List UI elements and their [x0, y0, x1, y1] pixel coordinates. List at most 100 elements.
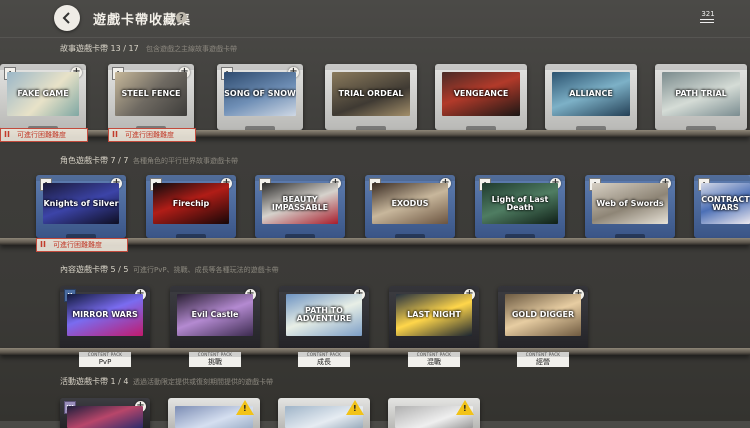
story-cartridge-locked[interactable]: PATH TRIAL — [655, 64, 747, 130]
difficulty-label: 可進行困難難度 — [17, 131, 66, 139]
story-section-subtitle: 包含遊戲之主線故事遊戲卡帶 — [146, 45, 237, 53]
cartridge-title: Evil Castle — [191, 310, 239, 319]
roman-numeral-II: II — [112, 130, 118, 139]
story-cartridge-locked[interactable]: ALLIANCE — [545, 64, 637, 130]
cartridge-title: ALLIANCE — [569, 89, 613, 98]
menu-icon[interactable] — [700, 19, 714, 20]
cartridge-art: PATH TO ADVENTURE — [286, 294, 362, 336]
chevron-left-icon — [62, 12, 70, 24]
warning-icon: ! — [456, 400, 474, 415]
story-cartridge-locked[interactable]: TRIAL ORDEAL — [325, 64, 417, 130]
cartridge-art: CONTRACT WARS — [701, 183, 750, 224]
character-cartridge[interactable]: I CONTRACT WARS — [694, 175, 750, 238]
story-cartridge[interactable]: I + SONG OF SNOW — [217, 64, 303, 130]
cartridge-title: GOLD DIGGER — [511, 310, 575, 319]
character-cartridge[interactable]: I + Knights of Silver — [36, 175, 126, 238]
content-pack-tag-growth[interactable]: CONTENT PACK 成長 — [298, 352, 350, 367]
divider — [0, 37, 750, 38]
cartridge-top — [545, 64, 637, 70]
hard-difficulty-badge[interactable]: II 可進行困難難度 — [0, 128, 88, 142]
hard-difficulty-badge[interactable]: II 可進行困難難度 — [36, 238, 128, 252]
character-cartridge[interactable]: I + EXODUS — [365, 175, 455, 238]
cartridge-art: GOLD DIGGER — [505, 294, 581, 336]
character-section-title: 角色遊戲卡帶 7 / 7 — [60, 156, 129, 165]
cartridge-art: VENGEANCE — [442, 72, 520, 116]
cartridge-art: LAST NIGHT — [396, 294, 472, 336]
cartridge-title: PATH TO ADVENTURE — [296, 306, 352, 323]
content-cartridge[interactable]: II + MIRROR WARS — [60, 286, 150, 350]
cartridge-title: Light of Last Death — [491, 194, 549, 212]
counter-text: 321 — [701, 10, 715, 18]
cartridge-art: FAKE GAME — [7, 72, 79, 116]
content-cartridge[interactable]: + LAST NIGHT — [389, 286, 479, 350]
content-pack-tag-melee[interactable]: CONTENT PACK 混戰 — [408, 352, 460, 367]
cartridge-title: LAST NIGHT — [407, 310, 461, 319]
cartridge-art: Web of Swords — [592, 183, 668, 224]
back-button[interactable] — [54, 5, 80, 31]
content-pack-name: PvP — [79, 357, 131, 367]
cartridge-art: ALLIANCE — [552, 72, 630, 116]
story-cartridge-locked[interactable]: VENGEANCE — [435, 64, 527, 130]
event-section-title: 活動遊戲卡帶 1 / 4 — [60, 377, 129, 386]
cartridge-title: PATH TRIAL — [675, 89, 727, 98]
content-section-title: 內容遊戲卡帶 5 / 5 — [60, 265, 129, 274]
content-pack-tag-challenge[interactable]: CONTENT PACK 挑戰 — [189, 352, 241, 367]
content-pack-tag-management[interactable]: CONTENT PACK 經營 — [517, 352, 569, 367]
cartridge-art: MIRROR WARS — [67, 294, 143, 336]
character-section-subtitle: 各種角色的平行世界故事遊戲卡帶 — [133, 157, 238, 165]
cartridge-art: Light of Last Death — [482, 183, 558, 224]
help-icon[interactable]: ? — [176, 12, 187, 23]
story-cartridge[interactable]: I + FAKE GAME — [0, 64, 86, 130]
character-cartridge[interactable]: I + Web of Swords — [585, 175, 675, 238]
cartridge-art — [67, 406, 143, 428]
cartridge-title: SONG OF SNOW — [224, 89, 296, 98]
character-cartridge[interactable]: I + Firechip — [146, 175, 236, 238]
cartridge-top — [325, 64, 417, 70]
content-pack-name: 挑戰 — [189, 357, 241, 367]
content-section-subtitle: 可進行PvP、挑戰、成長等各種玩法的遊戲卡帶 — [133, 266, 279, 274]
event-cartridge[interactable]: III + — [60, 398, 150, 428]
character-cartridge[interactable]: I + Light of Last Death — [475, 175, 565, 238]
warning-icon: ! — [236, 400, 254, 415]
content-cartridge[interactable]: + Evil Castle — [170, 286, 260, 350]
warning-icon: ! — [346, 400, 364, 415]
event-section-subtitle: 透過活動限定提供或復刻期間提供的遊戲卡帶 — [133, 378, 273, 386]
cartridge-title: Web of Swords — [596, 198, 664, 208]
cartridge-title: FAKE GAME — [17, 89, 69, 98]
cartridge-title: VENGEANCE — [453, 89, 509, 98]
content-pack-name: 混戰 — [408, 357, 460, 367]
difficulty-label: 可進行困難難度 — [53, 241, 102, 249]
difficulty-label: 可進行困難難度 — [125, 131, 174, 139]
cartridge-title: MIRROR WARS — [72, 310, 138, 319]
content-pack-tag-pvp[interactable]: CONTENT PACK PvP — [79, 352, 131, 367]
story-cartridge[interactable]: I + STEEL FENCE — [108, 64, 194, 130]
roman-numeral-II: II — [4, 130, 10, 139]
cartridge-art: STEEL FENCE — [115, 72, 187, 116]
menu-icon-line — [700, 22, 714, 23]
content-pack-name: 成長 — [298, 357, 350, 367]
cartridge-title: EXODUS — [391, 198, 429, 208]
hard-difficulty-badge[interactable]: II 可進行困難難度 — [108, 128, 196, 142]
cartridge-title: STEEL FENCE — [121, 89, 181, 98]
cartridge-title: BEAUTY IMPASSABLE — [271, 194, 329, 212]
cartridge-art: Knights of Silver — [43, 183, 119, 224]
cartridge-top — [655, 64, 747, 70]
cartridge-title: Firechip — [172, 198, 210, 208]
story-section-title: 故事遊戲卡帶 13 / 17 — [60, 44, 139, 53]
roman-numeral-II: II — [40, 240, 46, 249]
cartridge-top — [435, 64, 527, 70]
event-cartridge-locked[interactable]: ! — [168, 398, 260, 428]
character-cartridge[interactable]: I + BEAUTY IMPASSABLE — [255, 175, 345, 238]
cartridge-art: TRIAL ORDEAL — [332, 72, 410, 116]
content-pack-name: 經營 — [517, 357, 569, 367]
event-cartridge-locked[interactable]: ! — [388, 398, 480, 428]
content-cartridge[interactable]: + PATH TO ADVENTURE — [279, 286, 369, 350]
cartridge-art: BEAUTY IMPASSABLE — [262, 183, 338, 224]
cartridge-title: Knights of Silver — [43, 198, 119, 208]
content-cartridge[interactable]: + GOLD DIGGER — [498, 286, 588, 350]
cartridge-title: TRIAL ORDEAL — [338, 89, 404, 98]
cartridge-art: EXODUS — [372, 183, 448, 224]
cartridge-art: Firechip — [153, 183, 229, 224]
event-cartridge-locked[interactable]: ! — [278, 398, 370, 428]
cartridge-art: Evil Castle — [177, 294, 253, 336]
